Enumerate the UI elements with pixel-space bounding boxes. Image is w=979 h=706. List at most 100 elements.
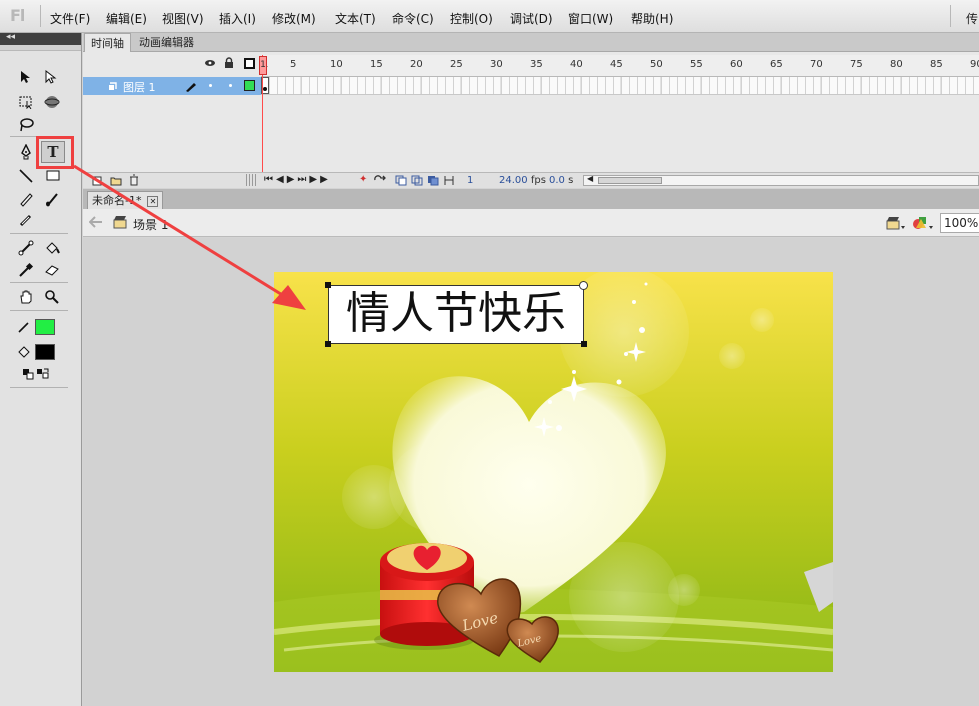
hand-tool-icon[interactable]: [16, 287, 36, 307]
ruler-number: 50: [650, 59, 663, 70]
scroll-left-icon[interactable]: ◀: [587, 174, 593, 183]
playback-controls-icon[interactable]: ⏮◀▶⏭▶▶: [264, 174, 331, 185]
frame-grid[interactable]: [261, 77, 979, 95]
layer-outline-color[interactable]: [244, 80, 255, 91]
ruler-number: 30: [490, 59, 503, 70]
pen-tool-icon[interactable]: [16, 142, 36, 162]
resize-handle[interactable]: [325, 282, 331, 288]
center-frame-icon[interactable]: ✦: [359, 174, 367, 185]
line-tool-icon[interactable]: [16, 166, 36, 186]
menu-insert[interactable]: 插入(I): [219, 10, 256, 27]
tools-panel-grip[interactable]: [0, 45, 81, 51]
eyedropper-tool-icon[interactable]: [16, 260, 36, 280]
frame-rate[interactable]: 24.00 fps: [499, 175, 546, 186]
ruler-number: 25: [450, 59, 463, 70]
playhead[interactable]: 1: [259, 56, 267, 75]
selection-tool-icon[interactable]: [16, 67, 36, 87]
pencil-icon: [185, 80, 197, 95]
document-tab-title: 未命名-1*: [92, 194, 142, 207]
zoom-level-field[interactable]: 100%: [940, 213, 979, 233]
menu-help[interactable]: 帮助(H): [631, 10, 673, 27]
layer-row[interactable]: 图层 1: [83, 77, 261, 95]
tab-timeline[interactable]: 时间轴: [84, 33, 131, 52]
stage-text-field[interactable]: 情人节快乐: [328, 285, 584, 344]
show-hide-eye-icon[interactable]: [204, 58, 216, 71]
onion-skin-icon[interactable]: [395, 175, 407, 189]
tool-separator: [10, 387, 68, 388]
timeline-status-bar: ⏮◀▶⏭▶▶ ✦ 1 24.00 fps 0.0 s ◀: [83, 172, 979, 188]
menu-control[interactable]: 控制(O): [450, 10, 493, 27]
modify-markers-icon[interactable]: [443, 175, 455, 189]
menu-overflow[interactable]: 传: [966, 10, 978, 27]
lock-dot[interactable]: [229, 84, 232, 87]
lock-icon[interactable]: [224, 57, 234, 72]
elapsed-time[interactable]: 0.0 s: [549, 175, 573, 186]
stroke-color-swatch[interactable]: [35, 319, 55, 335]
paint-bucket-tool-icon[interactable]: [42, 238, 62, 258]
edit-scene-icon[interactable]: [886, 215, 906, 234]
panel-resize-grip[interactable]: [246, 174, 258, 186]
swap-colors-icon[interactable]: [33, 364, 53, 384]
edit-symbols-icon[interactable]: [912, 214, 934, 235]
new-folder-icon[interactable]: [110, 175, 122, 189]
menu-debug[interactable]: 调试(D): [510, 10, 553, 27]
frame-rate-unit: fps: [530, 175, 546, 186]
menu-text[interactable]: 文本(T): [335, 10, 376, 27]
tab-motion-editor[interactable]: 动画编辑器: [133, 33, 200, 52]
scrollbar-thumb[interactable]: [598, 177, 662, 184]
menu-view[interactable]: 视图(V): [162, 10, 204, 27]
menu-separator: [950, 5, 951, 27]
ruler-number: 80: [890, 59, 903, 70]
menu-commands[interactable]: 命令(C): [392, 10, 434, 27]
layer-name[interactable]: 图层 1: [123, 79, 156, 95]
3d-rotation-tool-icon[interactable]: [42, 92, 62, 112]
eraser-tool-icon[interactable]: [42, 260, 62, 280]
back-arrow-icon[interactable]: [88, 216, 103, 231]
ruler-number: 65: [770, 59, 783, 70]
ruler-number: 20: [410, 59, 423, 70]
free-transform-tool-icon[interactable]: [16, 92, 36, 112]
delete-icon[interactable]: [129, 174, 139, 189]
app-logo: Fl: [10, 6, 25, 25]
edit-bar: 场景 1 100%: [83, 209, 979, 237]
ruler-number: 70: [810, 59, 823, 70]
resize-handle[interactable]: [325, 341, 331, 347]
document-tabbar: 未命名-1* ✕: [83, 189, 979, 209]
text-width-handle[interactable]: [579, 281, 588, 290]
document-tab[interactable]: 未命名-1* ✕: [87, 191, 164, 209]
layer-icon: [108, 81, 118, 94]
edit-multiple-frames-icon[interactable]: [427, 175, 439, 189]
deco-tool-icon[interactable]: [16, 210, 36, 230]
resize-handle[interactable]: [581, 341, 587, 347]
lasso-tool-icon[interactable]: [16, 115, 36, 135]
ruler-number: 85: [930, 59, 943, 70]
scene-name[interactable]: 场景 1: [133, 216, 168, 233]
subselection-tool-icon[interactable]: [41, 67, 61, 87]
collapse-icon[interactable]: ◂◂: [6, 32, 15, 42]
close-icon[interactable]: ✕: [147, 196, 159, 207]
menu-window[interactable]: 窗口(W): [568, 10, 613, 27]
menu-edit[interactable]: 编辑(E): [106, 10, 147, 27]
menu-modify[interactable]: 修改(M): [272, 10, 316, 27]
outline-icon[interactable]: [244, 58, 255, 69]
new-layer-icon[interactable]: [92, 175, 103, 189]
pencil-tool-icon[interactable]: [16, 189, 36, 209]
ruler-number: 90: [970, 59, 979, 70]
loop-icon[interactable]: [373, 175, 387, 188]
visibility-dot[interactable]: [209, 84, 212, 87]
tool-separator: [10, 310, 68, 311]
zoom-tool-icon[interactable]: [42, 287, 62, 307]
timeline-horizontal-scrollbar[interactable]: ◀: [583, 174, 979, 186]
rectangle-tool-icon[interactable]: [43, 166, 63, 186]
menu-file[interactable]: 文件(F): [50, 10, 90, 27]
timeline-ruler[interactable]: 1 5 10 15 20 25 30 35 40 45 50 55 60 65 …: [261, 55, 979, 77]
ruler-number: 35: [530, 59, 543, 70]
brush-tool-icon[interactable]: [42, 189, 62, 209]
onion-skin-outlines-icon[interactable]: [411, 175, 423, 189]
ruler-number: 45: [610, 59, 623, 70]
bone-tool-icon[interactable]: [16, 238, 36, 258]
ruler-number: 55: [690, 59, 703, 70]
timeline-tabbar: 时间轴 动画编辑器: [83, 33, 979, 52]
current-frame[interactable]: 1: [467, 175, 473, 186]
fill-color-swatch[interactable]: [35, 344, 55, 360]
